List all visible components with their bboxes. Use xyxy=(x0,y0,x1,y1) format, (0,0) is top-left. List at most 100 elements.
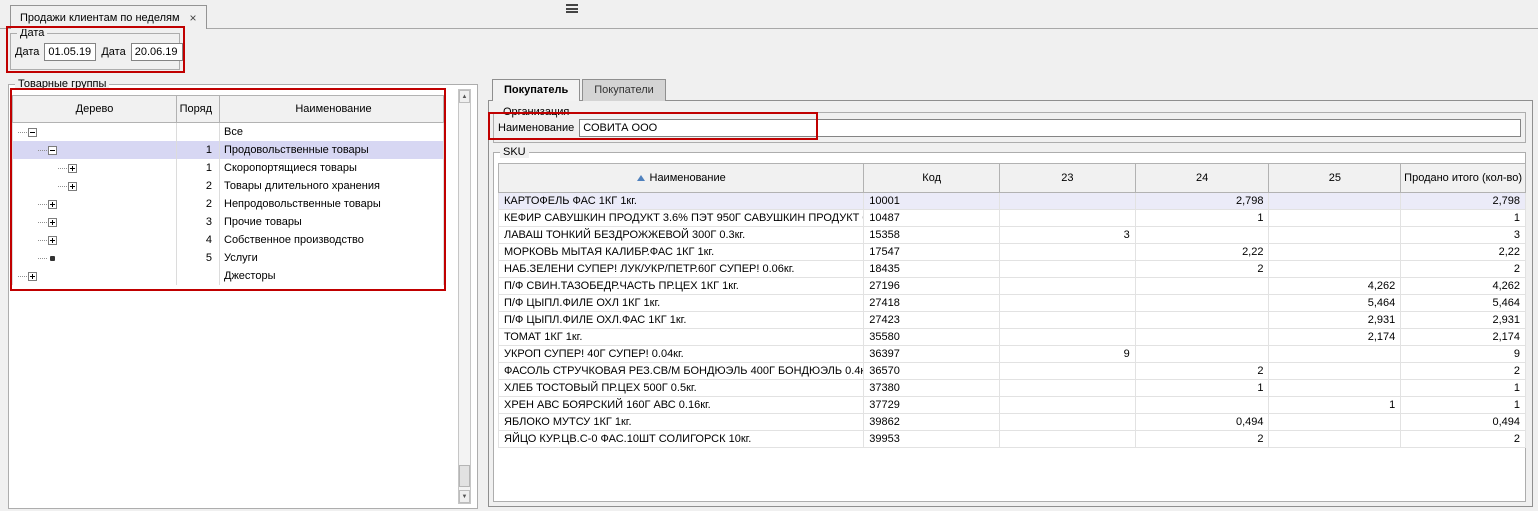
product-tree-rows: Все1Продовольственные товары1Скоропортящ… xyxy=(12,123,444,285)
expand-icon[interactable] xyxy=(68,182,77,191)
tab-title: Продажи клиентам по неделям xyxy=(20,12,180,24)
column-header-week24[interactable]: 24 xyxy=(1136,164,1270,192)
sku-name-cell: НАБ.ЗЕЛЕНИ СУПЕР! ЛУК/УКР/ПЕТР.60Г СУПЕР… xyxy=(499,261,864,277)
tab-close-icon[interactable]: × xyxy=(190,13,197,23)
tree-cell xyxy=(13,159,177,177)
tree-row[interactable]: 5Услуги xyxy=(13,249,443,267)
menu-icon[interactable] xyxy=(566,4,578,13)
sku-code-cell: 27423 xyxy=(864,312,1000,328)
column-header-name[interactable]: Наименование xyxy=(220,96,443,122)
sku-total-cell: 1 xyxy=(1401,397,1525,413)
tree-row[interactable]: 4Собственное производство xyxy=(13,231,443,249)
sku-row[interactable]: ЯЙЦО КУР.ЦВ.С-0 ФАС.10ШТ СОЛИГОРСК 10кг.… xyxy=(499,431,1525,448)
tree-connector-line xyxy=(38,240,47,241)
tree-row[interactable]: 2Непродовольственные товары xyxy=(13,195,443,213)
expand-icon[interactable] xyxy=(28,272,37,281)
collapse-icon[interactable] xyxy=(28,128,37,137)
sku-row[interactable]: П/Ф ЦЫПЛ.ФИЛЕ ОХЛ.ФАС 1КГ 1кг.274232,931… xyxy=(499,312,1525,329)
sku-week24-cell: 1 xyxy=(1136,380,1270,396)
sku-week24-cell: 2 xyxy=(1136,261,1270,277)
tab-sales-by-week[interactable]: Продажи клиентам по неделям × xyxy=(10,5,207,29)
tree-order-cell xyxy=(177,267,220,285)
tree-connector-line xyxy=(58,168,67,169)
tree-name-cell: Джесторы xyxy=(220,267,443,285)
tree-cell xyxy=(13,195,177,213)
tree-row[interactable]: 1Продовольственные товары xyxy=(13,141,443,159)
tree-indent xyxy=(13,168,58,169)
tree-row[interactable]: Все xyxy=(13,123,443,141)
expand-icon[interactable] xyxy=(48,200,57,209)
sku-name-cell: УКРОП СУПЕР! 40Г СУПЕР! 0.04кг. xyxy=(499,346,864,362)
sku-row[interactable]: П/Ф СВИН.ТАЗОБЕДР.ЧАСТЬ ПР.ЦЕХ 1КГ 1кг.2… xyxy=(499,278,1525,295)
expand-icon[interactable] xyxy=(68,164,77,173)
tree-vertical-scrollbar[interactable]: ▲ ▼ xyxy=(458,89,471,504)
sku-row[interactable]: МОРКОВЬ МЫТАЯ КАЛИБР.ФАС 1КГ 1кг.175472,… xyxy=(499,244,1525,261)
sku-row[interactable]: УКРОП СУПЕР! 40Г СУПЕР! 0.04кг.3639799 xyxy=(499,346,1525,363)
column-header-week23[interactable]: 23 xyxy=(1000,164,1136,192)
sku-code-cell: 36397 xyxy=(864,346,1000,362)
column-header-code[interactable]: Код xyxy=(864,164,1000,192)
tree-row[interactable]: 1Скоропортящиеся товары xyxy=(13,159,443,177)
sku-row[interactable]: ЯБЛОКО МУТСУ 1КГ 1кг.398620,4940,494 xyxy=(499,414,1525,431)
tab-buyers[interactable]: Покупатели xyxy=(582,79,666,101)
sku-row[interactable]: НАБ.ЗЕЛЕНИ СУПЕР! ЛУК/УКР/ПЕТР.60Г СУПЕР… xyxy=(499,261,1525,278)
scroll-up-icon[interactable]: ▲ xyxy=(459,90,470,103)
sku-row[interactable]: ФАСОЛЬ СТРУЧКОВАЯ РЕЗ.СВ/М БОНДЮЭЛЬ 400Г… xyxy=(499,363,1525,380)
sku-group: SKU Наименование Код 23 24 25 Продано ит… xyxy=(493,152,1526,502)
tabstrip-divider xyxy=(0,28,1538,29)
sku-row[interactable]: ХЛЕБ ТОСТОВЫЙ ПР.ЦЕХ 500Г 0.5кг.3738011 xyxy=(499,380,1525,397)
sku-row[interactable]: П/Ф ЦЫПЛ.ФИЛЕ ОХЛ 1КГ 1кг.274185,4645,46… xyxy=(499,295,1525,312)
sku-row[interactable]: ЛАВАШ ТОНКИЙ БЕЗДРОЖЖЕВОЙ 300Г 0.3кг.153… xyxy=(499,227,1525,244)
app-window: Продажи клиентам по неделям × Дата Дата … xyxy=(0,0,1538,511)
tree-name-cell: Скоропортящиеся товары xyxy=(220,159,443,177)
sort-ascending-icon xyxy=(637,175,645,181)
date-to-input[interactable] xyxy=(131,43,183,61)
date-from-label: Дата xyxy=(15,46,39,58)
tree-row[interactable]: 3Прочие товары xyxy=(13,213,443,231)
column-header-order[interactable]: Поряд xyxy=(177,96,220,122)
tree-cell xyxy=(13,267,177,285)
sku-week25-cell xyxy=(1269,363,1401,379)
sku-row[interactable]: КАРТОФЕЛЬ ФАС 1КГ 1кг.100012,7982,798 xyxy=(499,193,1525,210)
date-from-input[interactable] xyxy=(44,43,96,61)
sku-name-cell: ФАСОЛЬ СТРУЧКОВАЯ РЕЗ.СВ/М БОНДЮЭЛЬ 400Г… xyxy=(499,363,864,379)
sku-week23-cell xyxy=(1000,312,1136,328)
tree-name-cell: Продовольственные товары xyxy=(220,141,443,159)
scroll-down-icon[interactable]: ▼ xyxy=(459,490,470,503)
tab-buyer[interactable]: Покупатель xyxy=(492,79,580,101)
scrollbar-thumb[interactable] xyxy=(459,465,470,487)
sku-name-cell: ХЛЕБ ТОСТОВЫЙ ПР.ЦЕХ 500Г 0.5кг. xyxy=(499,380,864,396)
sku-table-rows: КАРТОФЕЛЬ ФАС 1КГ 1кг.100012,7982,798КЕФ… xyxy=(498,193,1526,448)
sku-week23-cell xyxy=(1000,210,1136,226)
sku-total-cell: 0,494 xyxy=(1401,414,1525,430)
sku-name-cell: МОРКОВЬ МЫТАЯ КАЛИБР.ФАС 1КГ 1кг. xyxy=(499,244,864,260)
tree-indent xyxy=(13,186,58,187)
tree-indent xyxy=(13,240,38,241)
buyer-tabs: Покупатель Покупатели xyxy=(492,79,666,101)
expand-icon[interactable] xyxy=(48,236,57,245)
sku-row[interactable]: ТОМАТ 1КГ 1кг.355802,1742,174 xyxy=(499,329,1525,346)
organization-name-input[interactable] xyxy=(579,119,1521,137)
sku-week24-cell xyxy=(1136,346,1270,362)
sku-row[interactable]: ХРЕН АВС БОЯРСКИЙ 160Г АВС 0.16кг.377291… xyxy=(499,397,1525,414)
sku-week23-cell xyxy=(1000,193,1136,209)
tree-row[interactable]: Джесторы xyxy=(13,267,443,285)
tree-order-cell: 3 xyxy=(177,213,220,231)
tree-row[interactable]: 2Товары длительного хранения xyxy=(13,177,443,195)
tree-connector-line xyxy=(58,186,67,187)
sku-week25-cell: 2,931 xyxy=(1269,312,1401,328)
column-header-sku-name[interactable]: Наименование xyxy=(499,164,864,192)
tree-cell xyxy=(13,249,177,267)
column-header-total[interactable]: Продано итого (кол-во) xyxy=(1401,164,1525,192)
expand-icon[interactable] xyxy=(48,218,57,227)
sku-row[interactable]: КЕФИР САВУШКИН ПРОДУКТ 3.6% ПЭТ 950Г САВ… xyxy=(499,210,1525,227)
product-tree-table: Дерево Поряд Наименование Все1Продовольс… xyxy=(12,95,444,285)
column-header-tree[interactable]: Дерево xyxy=(13,96,177,122)
tree-connector-line xyxy=(38,150,47,151)
tree-connector-line xyxy=(18,276,27,277)
column-header-week25[interactable]: 25 xyxy=(1269,164,1401,192)
collapse-icon[interactable] xyxy=(48,146,57,155)
sku-name-cell: ЛАВАШ ТОНКИЙ БЕЗДРОЖЖЕВОЙ 300Г 0.3кг. xyxy=(499,227,864,243)
sku-week25-cell xyxy=(1269,227,1401,243)
tree-name-cell: Прочие товары xyxy=(220,213,443,231)
